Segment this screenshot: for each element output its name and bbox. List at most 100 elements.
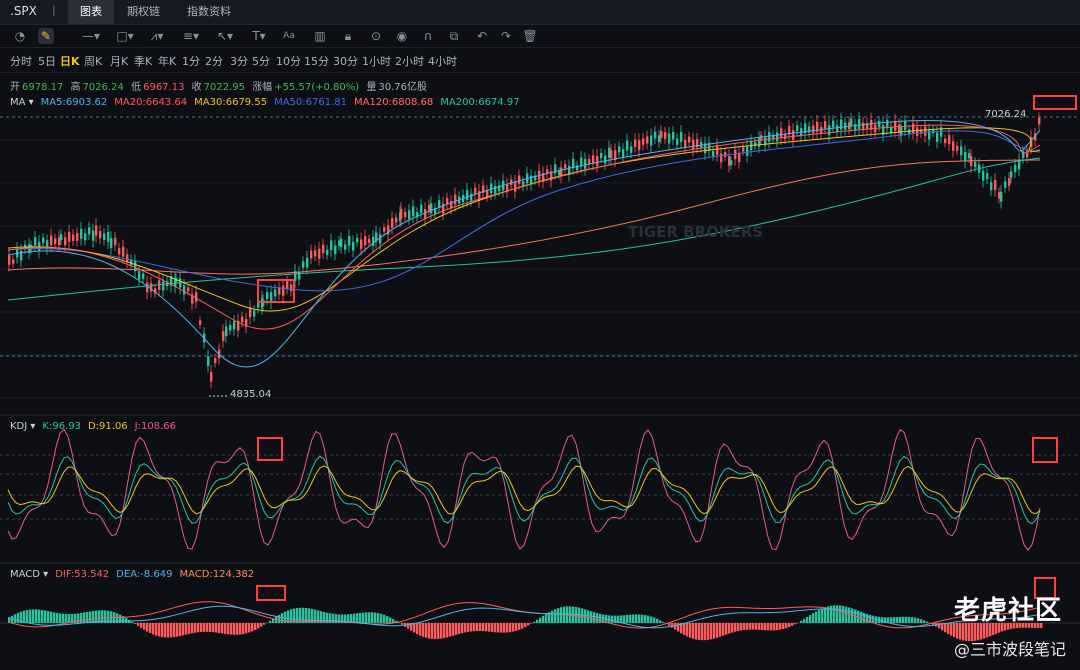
macd-bar [479, 623, 482, 632]
watermark-center: TIGER BROKERS [628, 223, 764, 241]
candle [768, 132, 771, 142]
candle [738, 153, 741, 163]
macd-bar [515, 623, 518, 631]
macd-bar [950, 623, 953, 636]
macd-bar [161, 623, 164, 638]
macd-bar [710, 623, 713, 640]
macd-bar [269, 620, 272, 623]
candle [812, 125, 815, 134]
macd-bar [41, 610, 44, 623]
macd-bar [770, 623, 773, 631]
macd-bar [308, 608, 311, 623]
macd-bar [632, 614, 635, 623]
macd-bar [527, 623, 530, 626]
macd-bar [893, 617, 896, 623]
macd-bar [119, 614, 122, 623]
macd-bar [170, 623, 173, 638]
macd-bar [431, 623, 434, 639]
candle [391, 218, 394, 228]
candle [514, 181, 517, 192]
macd-bar [872, 615, 875, 623]
candle [142, 273, 145, 279]
candle [274, 289, 277, 297]
candle [610, 150, 613, 159]
macd-bar [629, 614, 632, 623]
candle [626, 140, 629, 151]
macd-bar [173, 623, 176, 638]
macd-bar [32, 609, 35, 623]
macd-bar [839, 605, 842, 623]
highlight-box-0 [1033, 95, 1077, 110]
candle [986, 173, 989, 180]
macd-bar [83, 612, 86, 623]
macd-bar [452, 623, 455, 636]
macd-bar [188, 623, 191, 634]
candle [412, 206, 415, 217]
candle [318, 248, 321, 259]
candle [118, 248, 121, 255]
candle [974, 161, 977, 168]
candle [34, 237, 37, 246]
macd-bar [35, 609, 38, 623]
candle [222, 331, 225, 341]
macd-bar [689, 623, 692, 638]
macd-bar [506, 623, 509, 633]
price-high-label: 7026.24 [985, 109, 1027, 120]
candle [720, 153, 723, 163]
candle [912, 123, 915, 134]
macd-bar [53, 612, 56, 623]
candle [225, 326, 228, 337]
candle [68, 231, 71, 242]
candle [1000, 191, 1003, 202]
macd-bar [260, 623, 263, 627]
macd-bar [581, 608, 584, 623]
kdj-d-line [7, 465, 1041, 515]
macd-bar [224, 623, 227, 634]
macd-bar [212, 623, 215, 633]
macd-bar [695, 623, 698, 640]
macd-bar [866, 613, 869, 623]
kdj-k-line [7, 455, 1041, 525]
macd-bar [359, 612, 362, 623]
macd-bar [305, 607, 308, 623]
macd-bar [809, 615, 812, 623]
candle [348, 236, 351, 246]
candle [286, 281, 289, 289]
macd-bar [806, 616, 809, 623]
macd-bar [656, 618, 659, 623]
macd-bar [29, 609, 32, 623]
candle [724, 152, 727, 157]
macd-bar [146, 623, 149, 632]
candle [646, 136, 649, 144]
macd-bar [833, 605, 836, 623]
candle [430, 203, 433, 214]
macd-bar [422, 623, 425, 637]
macd-bar [230, 623, 233, 635]
macd-bar [917, 618, 920, 623]
candle [530, 175, 533, 185]
macd-bar [185, 623, 188, 635]
macd-bar [218, 623, 221, 633]
macd-bar [428, 623, 431, 639]
ma-line-2 [7, 130, 1041, 292]
candle [510, 179, 513, 186]
macd-bar [518, 623, 521, 630]
macd-bar [707, 623, 710, 640]
macd-bar [389, 617, 392, 623]
macd-bar [530, 623, 533, 624]
candle [948, 135, 951, 145]
chart-canvas[interactable] [0, 0, 1080, 670]
candle [88, 227, 91, 235]
macd-bar [299, 607, 302, 623]
macd-bar [749, 623, 752, 630]
macd-bar [227, 623, 230, 635]
macd-bar [449, 623, 452, 637]
macd-bar [824, 607, 827, 623]
macd-bar [182, 623, 185, 636]
candle [850, 118, 853, 126]
candle [676, 138, 679, 145]
macd-bar [815, 611, 818, 623]
macd-bar [650, 616, 653, 623]
candle [266, 291, 269, 300]
macd-bar [485, 623, 488, 632]
